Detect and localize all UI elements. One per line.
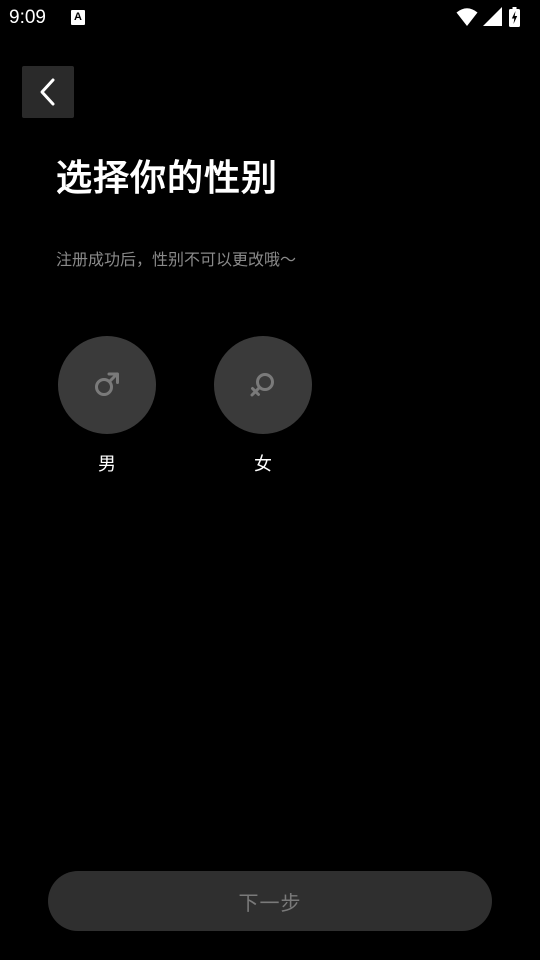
page-subtitle: 注册成功后，性别不可以更改哦～ (56, 250, 297, 269)
signal-icon (483, 7, 502, 26)
gender-label-male: 男 (98, 454, 116, 475)
next-step-button[interactable]: 下一步 (48, 871, 492, 931)
female-symbol-icon (250, 373, 274, 397)
page-title: 选择你的性别 (56, 158, 279, 199)
gender-circle-male[interactable] (58, 336, 156, 434)
chevron-left-icon (40, 78, 55, 106)
status-bar: 9:09 A (0, 0, 540, 36)
gender-circle-female[interactable] (214, 336, 312, 434)
status-icons (456, 7, 532, 29)
wifi-icon (456, 8, 478, 26)
male-symbol-icon (95, 372, 119, 396)
status-time: 9:09 (9, 7, 46, 28)
back-button[interactable] (22, 66, 74, 118)
gender-option-female[interactable]: 女 (214, 336, 312, 475)
battery-charging-icon (509, 7, 520, 27)
accessibility-a-icon: A (71, 10, 85, 25)
gender-label-female: 女 (254, 454, 272, 475)
gender-option-male[interactable]: 男 (58, 336, 156, 475)
